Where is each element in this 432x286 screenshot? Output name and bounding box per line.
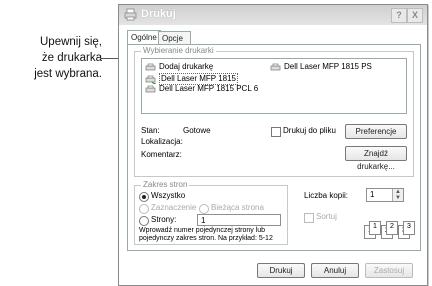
help-button[interactable]: ? — [391, 8, 407, 23]
range-pages-label: Strony: — [151, 215, 177, 224]
range-all-label: Wszystko — [151, 191, 186, 200]
copies-stepper[interactable]: 1 ▲ ▼ — [366, 188, 404, 202]
range-current-radio[interactable] — [199, 204, 209, 214]
collate-page-icon: 3 — [403, 221, 415, 235]
collate-label: Sortuj — [316, 212, 337, 221]
close-button[interactable]: X — [407, 8, 423, 23]
copies-value: 1 — [370, 190, 375, 199]
comment-label: Komentarz: — [141, 150, 182, 159]
range-pages-radio[interactable] — [139, 216, 149, 226]
printer-item-label: Dell Laser MFP 1815 PCL 6 — [159, 84, 259, 93]
tab-panel-general: Wybieranie drukarki Dodaj drukarkę Dell … — [127, 44, 421, 251]
print-button[interactable]: Drukuj — [257, 263, 305, 278]
printer-item-label: Dodaj drukarkę — [159, 62, 214, 71]
cancel-button[interactable]: Anuluj — [311, 263, 359, 278]
collate-page-icon: 1 — [369, 221, 381, 235]
status-value: Gotowe — [183, 126, 211, 135]
range-hint-text: Wprowadź numer pojedynczej strony lub po… — [139, 227, 273, 242]
printer-item-dell-1815-ps[interactable]: Dell Laser MFP 1815 PS — [270, 62, 372, 72]
callout-line-1: Upewnij się, — [40, 36, 102, 48]
print-to-file-checkbox[interactable] — [271, 127, 281, 137]
printer-icon — [145, 85, 156, 92]
status-label: Stan: — [141, 126, 160, 135]
range-current-label: Bieżąca strona — [211, 203, 264, 212]
range-selection-radio[interactable] — [139, 204, 149, 214]
stepper-arrows-icon[interactable]: ▲ ▼ — [392, 189, 403, 201]
print-to-file-label: Drukuj do pliku — [283, 126, 336, 135]
printer-item-label: Dell Laser MFP 1815 PS — [284, 62, 372, 71]
callout-text: Upewnij się, że drukarka jest wybrana. — [6, 34, 102, 82]
title-bar[interactable]: Drukuj ? X — [119, 5, 427, 25]
page-range-group-label: Zakres stron — [141, 180, 190, 189]
printer-list[interactable]: Dodaj drukarkę Dell Laser MFP 1815 Dell … — [141, 58, 407, 114]
callout-line-3: jest wybrana. — [34, 68, 102, 80]
collate-page-icon: 2 — [386, 221, 398, 235]
printer-icon — [270, 63, 281, 70]
callout-line-2: że drukarka — [41, 52, 102, 64]
tab-options[interactable]: Opcje — [158, 31, 191, 44]
range-pages-input[interactable]: 1 — [197, 214, 281, 226]
printer-group-label: Wybieranie drukarki — [141, 46, 216, 55]
printer-selection-group: Wybieranie drukarki Dodaj drukarkę Dell … — [134, 46, 414, 177]
copies-label: Liczba kopii: — [304, 191, 349, 200]
location-label: Lokalizacja: — [141, 137, 183, 146]
printer-item-add[interactable]: Dodaj drukarkę — [145, 62, 213, 72]
print-dialog: Drukuj ? X Ogólne Opcje Wybieranie druka… — [118, 4, 428, 286]
page-range-group: Zakres stron Wszystko Zaznaczenie Bieżąc… — [134, 180, 288, 245]
range-selection-label: Zaznaczenie — [151, 203, 197, 212]
printer-icon — [145, 75, 156, 84]
find-printer-button[interactable]: Znajdź drukarkę... — [345, 146, 407, 171]
add-printer-icon — [145, 63, 156, 70]
printer-item-dell-1815-pcl6[interactable]: Dell Laser MFP 1815 PCL 6 — [145, 84, 258, 94]
tab-general[interactable]: Ogólne — [127, 30, 161, 45]
range-all-radio[interactable] — [139, 192, 149, 202]
apply-button[interactable]: Zastosuj — [365, 263, 413, 278]
dialog-title: Drukuj — [141, 8, 176, 20]
collate-checkbox[interactable] — [304, 213, 314, 223]
printer-icon — [124, 8, 137, 21]
preferences-button[interactable]: Preferencje — [345, 124, 407, 139]
